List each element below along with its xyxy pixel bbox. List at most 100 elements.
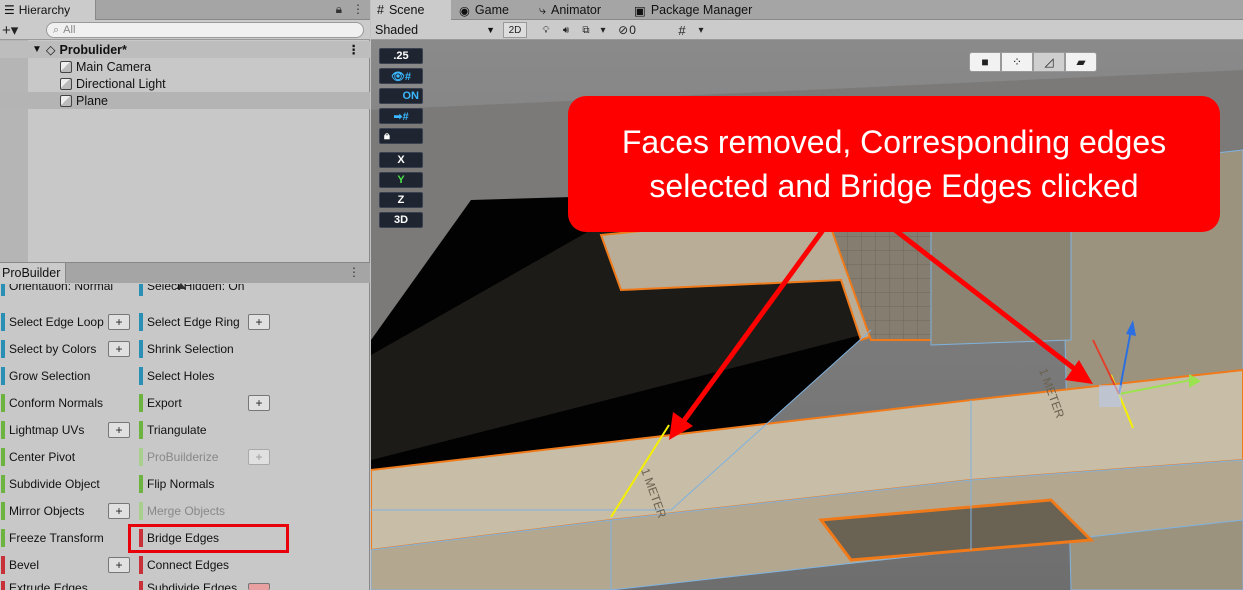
object-mode-icon[interactable]: ■ — [969, 52, 1001, 72]
push-to-grid-icon[interactable]: ➡# — [379, 108, 423, 124]
gamepad-icon: ◉ — [459, 3, 470, 18]
face-mode-icon[interactable]: ▰ — [1065, 52, 1097, 72]
effects-toggle-icon[interactable]: ⧉ — [577, 22, 595, 38]
select-holes-button[interactable]: Select Holes — [139, 365, 214, 387]
category-bar — [139, 556, 143, 574]
mirror-objects-options-button[interactable]: + — [108, 503, 130, 519]
snap-toggle[interactable]: ON — [379, 88, 423, 104]
tab-animator[interactable]: ⤷ Animator — [533, 0, 607, 20]
grid-dropdown-icon[interactable]: ▾ — [695, 22, 707, 38]
hierarchy-panel: ☰ Hierarchy 🔒︎ ⋮ +▾ ⌕ All ▼ ◇ Probulider… — [0, 0, 370, 262]
subdivide-object-button[interactable]: Subdivide Object — [1, 473, 100, 495]
axis-x-button[interactable]: X — [379, 152, 423, 168]
category-bar — [139, 313, 143, 331]
select-edge-loop-button[interactable]: Select Edge Loop — [1, 311, 104, 333]
add-dropdown-button[interactable]: +▾ — [2, 21, 18, 39]
hierarchy-search-input[interactable]: ⌕ All — [46, 22, 364, 38]
export-options-button[interactable]: + — [248, 395, 270, 411]
hierarchy-item[interactable]: Directional Light — [0, 75, 370, 92]
scene-row[interactable]: ▼ ◇ Probulider* ⋮ — [0, 41, 370, 58]
select-by-colors-button[interactable]: Select by Colors — [1, 338, 96, 360]
tab-probuilder[interactable]: ProBuilder — [0, 263, 66, 283]
expand-arrow-icon[interactable]: ▼ — [32, 44, 42, 55]
lightmap-uvs-options-button[interactable]: + — [108, 422, 130, 438]
connect-edges-button[interactable]: Connect Edges — [139, 554, 229, 576]
select-by-colors-options-button[interactable]: + — [108, 341, 130, 357]
button-label: Export — [147, 396, 182, 410]
scene-menu-icon[interactable]: ⋮ — [348, 42, 361, 57]
mirror-objects-button[interactable]: Mirror Objects — [1, 500, 84, 522]
category-bar — [1, 340, 5, 358]
search-icon: ⌕ — [53, 23, 60, 36]
button-label: Subdivide Edges — [147, 581, 238, 590]
audio-toggle-icon[interactable]: 🔊︎ — [557, 22, 575, 38]
bevel-options-button[interactable]: + — [108, 557, 130, 573]
category-bar — [1, 448, 5, 466]
orientation-button[interactable]: Orientation: Normal — [1, 284, 113, 296]
list-icon: ☰ — [4, 3, 15, 17]
button-label: ProBuilderize — [147, 450, 219, 464]
category-bar — [139, 284, 143, 296]
hierarchy-tabbar: ☰ Hierarchy 🔒︎ ⋮ — [0, 0, 370, 20]
grid-toggle-icon[interactable]: # — [673, 22, 691, 38]
vertex-mode-icon[interactable]: ⁘ — [1001, 52, 1033, 72]
category-bar — [139, 581, 143, 590]
shading-mode-dropdown[interactable]: Shaded ▼ — [375, 22, 495, 38]
hierarchy-item[interactable]: Main Camera — [0, 58, 370, 75]
lock-icon[interactable]: 🔒︎ — [336, 2, 342, 17]
hierarchy-item[interactable]: Plane — [0, 92, 370, 109]
probuilder-tabbar: ProBuilder ⋮ — [0, 263, 370, 283]
axis-y-button[interactable]: Y — [379, 172, 423, 188]
button-label: Select Edge Loop — [9, 315, 104, 329]
probuilderize-options-button[interactable]: + — [248, 449, 270, 465]
lighting-toggle-icon[interactable]: 💡︎ — [537, 22, 555, 38]
tab-package-manager[interactable]: ▣ Package Manager — [628, 0, 758, 20]
hierarchy-item-label: Main Camera — [76, 59, 152, 74]
shrink-selection-button[interactable]: Shrink Selection — [139, 338, 234, 360]
menu-dots-icon[interactable]: ⋮ — [352, 2, 364, 17]
grow-selection-button[interactable]: Grow Selection — [1, 365, 90, 387]
select-edge-ring-options-button[interactable]: + — [248, 314, 270, 330]
center-pivot-button[interactable]: Center Pivot — [1, 446, 75, 468]
view-3d-button[interactable]: 3D — [379, 212, 423, 228]
lightmap-uvs-button[interactable]: Lightmap UVs — [1, 419, 84, 441]
tab-scene[interactable]: # Scene — [371, 0, 451, 20]
subdivide-edges-button[interactable]: Subdivide Edges — [139, 581, 237, 590]
triangulate-button[interactable]: Triangulate — [139, 419, 207, 441]
conform-normals-button[interactable]: Conform Normals — [1, 392, 103, 414]
button-label: Extrude Edges — [9, 581, 88, 590]
subdivide-edges-options-button[interactable] — [248, 583, 270, 590]
button-label: Merge Objects — [147, 504, 226, 518]
grid-visibility-icon[interactable]: 👁︎# — [379, 68, 423, 84]
annotation-callout: Faces removed, Corresponding edges selec… — [568, 96, 1220, 232]
gameobject-icon — [60, 94, 72, 107]
button-label: Grow Selection — [9, 369, 91, 383]
button-label: Shrink Selection — [147, 342, 234, 356]
flip-normals-button[interactable]: Flip Normals — [139, 473, 214, 495]
category-bar — [1, 556, 5, 574]
select-edge-ring-button[interactable]: Select Edge Ring — [139, 311, 240, 333]
bevel-button[interactable]: Bevel — [1, 554, 39, 576]
shading-mode-value: Shaded — [375, 23, 419, 37]
edge-mode-icon[interactable]: ◿ — [1033, 52, 1065, 72]
select-edge-loop-options-button[interactable]: + — [108, 314, 130, 330]
hidden-objects-toggle[interactable]: ⊘ 0 — [613, 22, 641, 38]
tab-hierarchy[interactable]: ☰ Hierarchy — [0, 0, 96, 20]
tab-game[interactable]: ◉ Game — [453, 0, 515, 20]
export-button[interactable]: Export — [139, 392, 182, 414]
category-bar — [1, 502, 5, 520]
extrude-edges-button[interactable]: Extrude Edges — [1, 581, 88, 590]
lock-grid-icon[interactable]: 🔒︎ — [379, 128, 423, 144]
menu-dots-icon[interactable]: ⋮ — [348, 265, 360, 279]
button-label: Mirror Objects — [9, 504, 85, 518]
hierarchy-toolbar: +▾ ⌕ All — [0, 20, 370, 40]
effects-dropdown-icon[interactable]: ▾ — [597, 22, 609, 38]
category-bar — [1, 313, 5, 331]
snap-value-field[interactable]: .25 — [379, 48, 423, 64]
axis-z-button[interactable]: Z — [379, 192, 423, 208]
select-hidden-button[interactable]: Select Hidden: On — [139, 284, 244, 296]
freeze-transform-button[interactable]: Freeze Transform — [1, 527, 104, 549]
2d-toggle-button[interactable]: 2D — [503, 22, 527, 38]
merge-objects-button[interactable]: Merge Objects — [139, 500, 225, 522]
probuilderize-button[interactable]: ProBuilderize — [139, 446, 218, 468]
